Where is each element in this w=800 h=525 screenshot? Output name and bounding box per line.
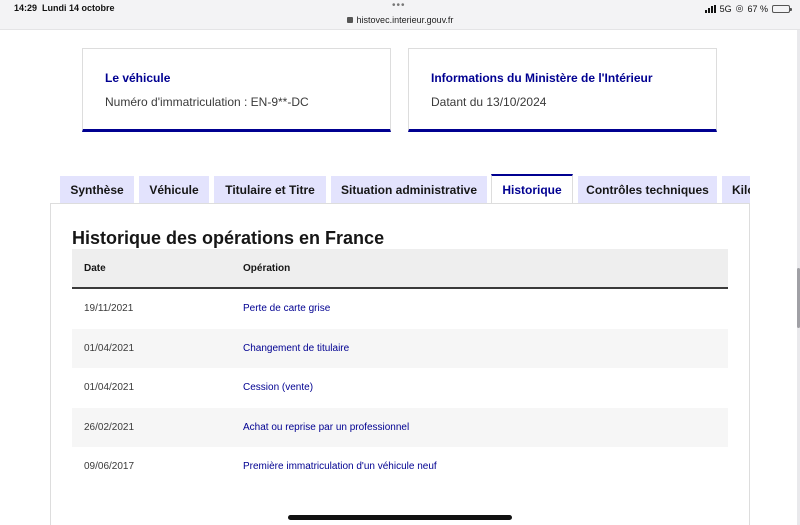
- tab-kilometrage[interactable]: Kilo: [722, 176, 750, 204]
- section-title: Historique des opérations en France: [72, 228, 385, 248]
- tab-situation-administrative[interactable]: Situation administrative: [331, 176, 487, 204]
- ministry-card-title: Informations du Ministère de l'Intérieur: [431, 71, 653, 85]
- location-icon: ◎: [735, 3, 744, 13]
- row-date: 19/11/2021: [84, 303, 134, 314]
- status-date: Lundi 14 octobre: [42, 3, 115, 13]
- battery-percent: 67 %: [747, 3, 768, 14]
- table-header: Date Opération: [72, 249, 728, 289]
- url-text: histovec.interieur.gouv.fr: [356, 15, 454, 25]
- network-label: 5G: [719, 3, 732, 14]
- tab-vehicule[interactable]: Véhicule: [139, 176, 209, 204]
- home-indicator[interactable]: [288, 515, 512, 520]
- row-operation: Perte de carte grise: [243, 303, 331, 314]
- tab-synthese[interactable]: Synthèse: [60, 176, 134, 204]
- table-row: 19/11/2021 Perte de carte grise: [72, 289, 728, 329]
- column-header-date: Date: [84, 263, 106, 274]
- vehicle-card: Le véhicule Numéro d'immatriculation : E…: [82, 48, 391, 132]
- column-header-operation: Opération: [243, 263, 291, 274]
- operations-table: Date Opération 19/11/2021 Perte de carte…: [72, 249, 728, 487]
- address-bar[interactable]: histovec.interieur.gouv.fr: [0, 15, 800, 25]
- vehicle-card-title: Le véhicule: [105, 71, 171, 85]
- row-date: 09/06/2017: [84, 461, 135, 473]
- tab-controles-techniques[interactable]: Contrôles techniques: [578, 176, 717, 204]
- battery-icon: [772, 4, 792, 13]
- row-date: 26/02/2021: [84, 421, 135, 433]
- status-indicators: 5G ◎ 67 %: [704, 3, 792, 14]
- status-bar: 14:29 Lundi 14 octobre ••• histovec.inte…: [0, 0, 800, 30]
- table-row: 26/02/2021 Achat ou reprise par un profe…: [72, 407, 728, 448]
- data-date: Datant du 13/10/2024: [431, 95, 547, 109]
- ministry-info-card: Informations du Ministère de l'Intérieur…: [408, 48, 717, 132]
- more-dots-icon[interactable]: •••: [392, 0, 406, 11]
- table-row: 09/06/2017 Première immatriculation d'un…: [72, 447, 728, 487]
- status-time: 14:29: [14, 3, 38, 13]
- registration-number: Numéro d'immatriculation : EN-9**-DC: [105, 95, 309, 109]
- row-operation: Changement de titulaire: [243, 342, 350, 354]
- table-row: 01/04/2021 Cession (vente): [72, 368, 728, 408]
- row-operation: Cession (vente): [243, 382, 314, 394]
- signal-icon: [704, 4, 716, 13]
- row-date: 01/04/2021: [84, 382, 135, 394]
- tab-titulaire-et-titre[interactable]: Titulaire et Titre: [214, 176, 326, 204]
- row-operation: Première immatriculation d'un véhicule n…: [243, 461, 437, 473]
- lock-icon: [346, 17, 353, 23]
- row-operation: Achat ou reprise par un professionnel: [243, 421, 410, 433]
- tab-historique[interactable]: Historique: [491, 174, 573, 204]
- row-date: 01/04/2021: [84, 342, 135, 354]
- table-row: 01/04/2021 Changement de titulaire: [72, 328, 728, 369]
- tab-bar: Synthèse Véhicule Titulaire et Titre Sit…: [50, 174, 750, 204]
